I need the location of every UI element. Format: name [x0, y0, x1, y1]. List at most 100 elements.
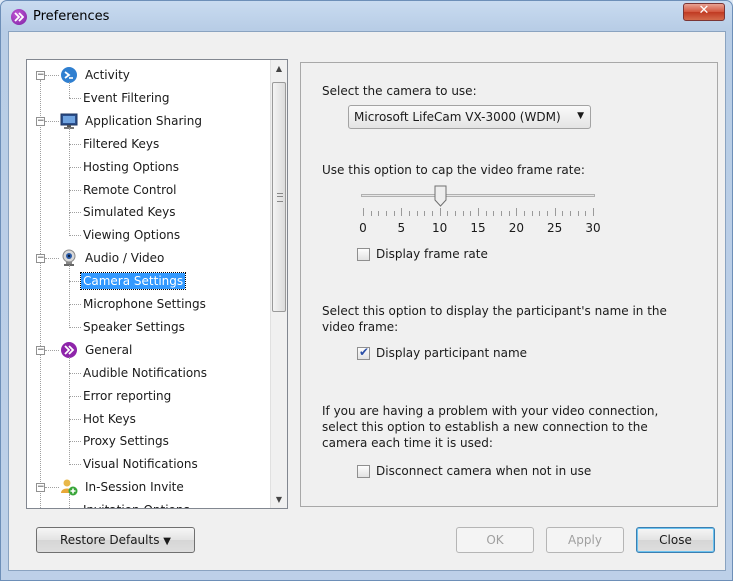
slider-tick: [409, 211, 410, 216]
tree-item-label: Error reporting: [83, 388, 172, 403]
tree-connector: [69, 419, 70, 443]
tree-connector: [45, 75, 59, 76]
tree-connector: [45, 120, 59, 122]
tree-item[interactable]: Microphone Settings: [81, 293, 208, 315]
ok-button[interactable]: OK: [456, 527, 534, 553]
tree-item-label: Viewing Options: [83, 228, 181, 243]
grip-icon: [277, 193, 283, 202]
disconnect-camera-label: Disconnect camera when not in use: [376, 464, 592, 478]
tree-item[interactable]: Camera Settings: [79, 270, 187, 292]
camera-select-label: Select the camera to use:: [322, 84, 477, 98]
slider-tick: [378, 211, 380, 216]
tree-connector: [69, 396, 70, 420]
camera-dropdown[interactable]: Microsoft LifeCam VX-3000 (WDM) ▼: [348, 105, 591, 129]
scrollbar-thumb[interactable]: [272, 82, 286, 312]
collapse-icon[interactable]: −: [36, 254, 45, 264]
tree-item[interactable]: Audible Notifications: [81, 362, 209, 384]
tree-item-label: Event Filtering: [83, 90, 170, 105]
tree-connector: [69, 212, 81, 214]
framerate-slider-thumb[interactable]: [434, 185, 447, 207]
tree-connector: [69, 326, 81, 328]
tree-item[interactable]: Filtered Keys: [81, 133, 161, 155]
category-tree[interactable]: − Activity Event Filtering − Application Sha…: [26, 59, 288, 509]
tree-connector: [69, 97, 81, 99]
tree-item-label: Speaker Settings: [83, 319, 185, 334]
collapse-icon[interactable]: −: [36, 345, 45, 355]
slider-tick: [570, 211, 571, 216]
tree-item-label: Audible Notifications: [83, 365, 208, 380]
tree-item[interactable]: Remote Control: [81, 179, 179, 201]
collapse-icon[interactable]: −: [36, 71, 45, 80]
tree-connector: [40, 80, 41, 508]
participant-name-description: Select this option to display the partic…: [322, 304, 667, 334]
collapse-icon[interactable]: −: [36, 483, 45, 493]
slider-tick: [547, 211, 548, 216]
tree-scrollbar[interactable]: ▲ ▼: [270, 60, 287, 508]
slider-tick: [370, 211, 372, 216]
display-frame-rate-checkbox[interactable]: [357, 248, 370, 261]
slider-tick: [539, 211, 541, 216]
tree-item[interactable]: Event Filtering: [81, 87, 171, 109]
tree-connector: [69, 373, 70, 397]
tree-item[interactable]: Hot Keys: [81, 408, 138, 430]
tree-connector: [45, 349, 59, 351]
scroll-up-arrow-icon[interactable]: ▲: [271, 60, 287, 77]
slider-tick-label: 15: [470, 221, 486, 235]
slider-tick: [508, 211, 510, 216]
slider-tick: [455, 211, 456, 216]
tree-connector: [69, 441, 81, 443]
tree-item[interactable]: Viewing Options: [81, 224, 182, 246]
slider-tick: [386, 211, 387, 216]
display-participant-name-label: Display participant name: [376, 346, 528, 360]
scroll-down-arrow-icon[interactable]: ▼: [271, 491, 287, 508]
tree-connector: [69, 167, 70, 191]
tree-item[interactable]: Simulated Keys: [81, 201, 177, 223]
chevron-down-icon: ▼: [577, 111, 584, 121]
tree-category[interactable]: General: [83, 339, 134, 361]
tree-category[interactable]: Activity: [83, 64, 132, 86]
slider-tick: [439, 208, 441, 216]
tree-item[interactable]: Error reporting: [81, 385, 173, 407]
display-participant-name-checkbox[interactable]: ✔: [357, 345, 370, 360]
tree-item-label: Microphone Settings: [83, 297, 206, 311]
slider-tick-label: 25: [547, 221, 563, 235]
slider-tick: [493, 211, 495, 216]
restore-defaults-button[interactable]: Restore Defaults ▼: [36, 527, 195, 553]
slider-tick-label: 20: [508, 221, 524, 235]
collapse-icon[interactable]: −: [36, 116, 45, 126]
tree-category[interactable]: In-Session Invite: [83, 476, 186, 498]
close-button[interactable]: Close: [636, 527, 715, 553]
tree-category[interactable]: Application Sharing: [83, 110, 204, 132]
slider-tick: [485, 211, 487, 216]
apply-button[interactable]: Apply: [546, 527, 624, 553]
tree-category[interactable]: Audio / Video: [83, 247, 166, 269]
slider-tick: [416, 211, 418, 216]
tree-connector: [69, 442, 70, 466]
tree-item[interactable]: Hosting Options: [81, 156, 181, 178]
tree-items: − Activity Event Filtering − Application Sha…: [27, 60, 269, 508]
title-bar[interactable]: Preferences ✕: [1, 1, 732, 31]
slider-tick-label: 30: [585, 221, 601, 235]
slider-tick: [401, 208, 403, 216]
disconnect-camera-checkbox[interactable]: [357, 465, 370, 478]
tree-item[interactable]: Invitation Options: [81, 499, 192, 508]
tree-item-label: Hot Keys: [83, 411, 136, 426]
tree-connector: [69, 282, 70, 305]
tree-connector: [69, 190, 70, 214]
tree-item[interactable]: Proxy Settings: [81, 430, 171, 452]
window-close-button[interactable]: ✕: [683, 3, 725, 21]
tree-connector: [45, 258, 59, 260]
tree-item[interactable]: Visual Notifications: [81, 453, 200, 475]
tree-connector: [69, 235, 81, 237]
window-title: Preferences: [33, 9, 110, 24]
framerate-slider-track[interactable]: [361, 194, 595, 197]
tree-connector: [69, 395, 81, 397]
tree-item-label: General: [85, 342, 133, 357]
tree-connector: [69, 144, 70, 168]
tree-connector: [69, 265, 70, 282]
tree-connector: [69, 213, 70, 237]
tree-item[interactable]: Speaker Settings: [81, 316, 187, 338]
tree-connector: [45, 487, 59, 489]
slider-tick: [501, 211, 502, 216]
slider-tick: [593, 208, 594, 216]
